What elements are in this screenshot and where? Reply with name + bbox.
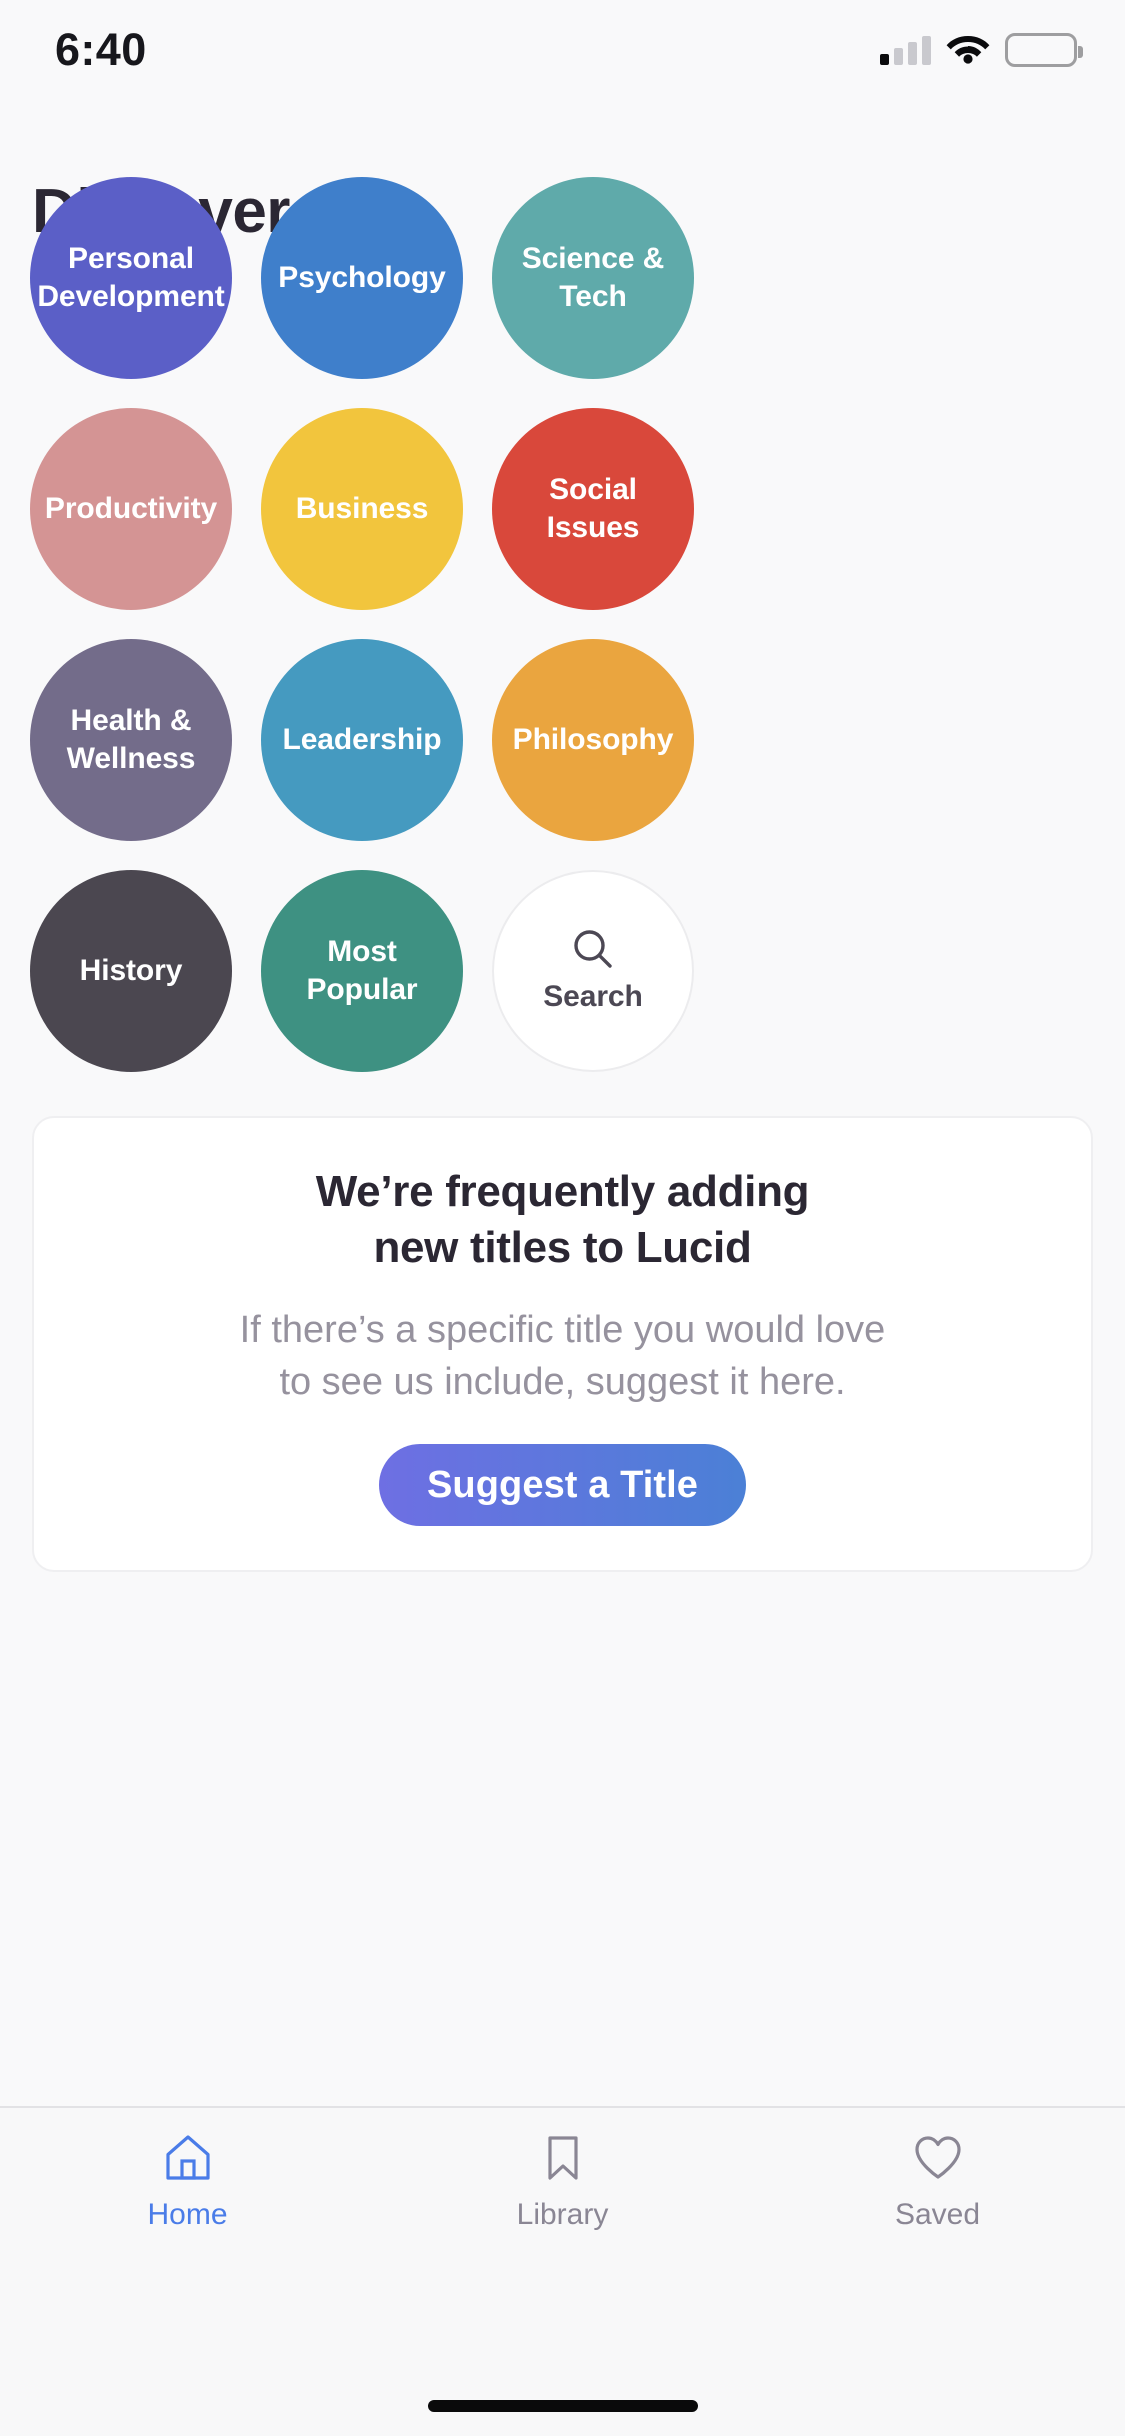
category-circle-history[interactable]: History (30, 870, 232, 1072)
category-label: Productivity (44, 492, 218, 525)
tab-item-library[interactable]: Library (375, 2130, 750, 2232)
search-circle-button[interactable]: Search (492, 870, 694, 1072)
category-circle-psychology[interactable]: Psychology (261, 177, 463, 379)
tab-label-home: Home (147, 2198, 228, 2231)
category-row: History Most Popular Search (30, 870, 1095, 1072)
tab-label-saved: Saved (894, 2198, 981, 2231)
home-indicator (427, 2400, 698, 2412)
category-circle-personal-development[interactable]: Personal Development (30, 177, 232, 379)
battery-icon (1005, 33, 1083, 67)
category-label: Psychology (278, 261, 446, 294)
category-label: Most Popular (306, 935, 418, 1006)
home-icon (160, 2130, 216, 2186)
tab-label-library: Library (516, 2198, 609, 2231)
category-circle-most-popular[interactable]: Most Popular (261, 870, 463, 1072)
suggest-title-card: We’re frequently adding new titles to Lu… (32, 1116, 1093, 1572)
category-label: Social Issues (546, 473, 640, 544)
card-heading: We’re frequently adding new titles to Lu… (315, 1167, 810, 1272)
category-row: Productivity Business Social Issues (30, 408, 1095, 610)
category-circle-productivity[interactable]: Productivity (30, 408, 232, 610)
category-circle-philosophy[interactable]: Philosophy (492, 639, 694, 841)
heart-icon (910, 2130, 966, 2186)
category-label: Leadership (282, 723, 442, 756)
suggest-a-title-button[interactable]: Suggest a Title (378, 1444, 747, 1526)
tab-item-saved[interactable]: Saved (750, 2130, 1125, 2232)
status-bar-indicators (880, 26, 1083, 74)
app-screen: 6:40 Discover Personal Development P (0, 0, 1125, 2436)
category-circle-science-tech[interactable]: Science & Tech (492, 177, 694, 379)
category-label: History (79, 954, 183, 987)
cellular-signal-icon (880, 35, 931, 65)
card-subtext: If there’s a specific title you would lo… (239, 1309, 886, 1403)
category-row: Personal Development Psychology Science … (30, 177, 1095, 379)
category-label: Personal Development (37, 242, 225, 313)
search-icon (570, 926, 616, 972)
category-label: Business (295, 492, 429, 525)
tab-item-home[interactable]: Home (0, 2130, 375, 2232)
category-circle-business[interactable]: Business (261, 408, 463, 610)
status-bar: 6:40 (0, 0, 1125, 98)
category-circle-social-issues[interactable]: Social Issues (492, 408, 694, 610)
category-row: Health & Wellness Leadership Philosophy (30, 639, 1095, 841)
category-circle-health-wellness[interactable]: Health & Wellness (30, 639, 232, 841)
category-label: Science & Tech (521, 242, 665, 313)
status-bar-time: 6:40 (55, 24, 147, 75)
category-label: Philosophy (512, 723, 674, 756)
category-circle-leadership[interactable]: Leadership (261, 639, 463, 841)
bookmark-icon (535, 2130, 591, 2186)
search-label: Search (543, 980, 643, 1013)
wifi-icon (946, 32, 990, 69)
bottom-tab-bar: Home Library Saved (0, 2106, 1125, 2436)
category-label: Health & Wellness (66, 704, 196, 775)
